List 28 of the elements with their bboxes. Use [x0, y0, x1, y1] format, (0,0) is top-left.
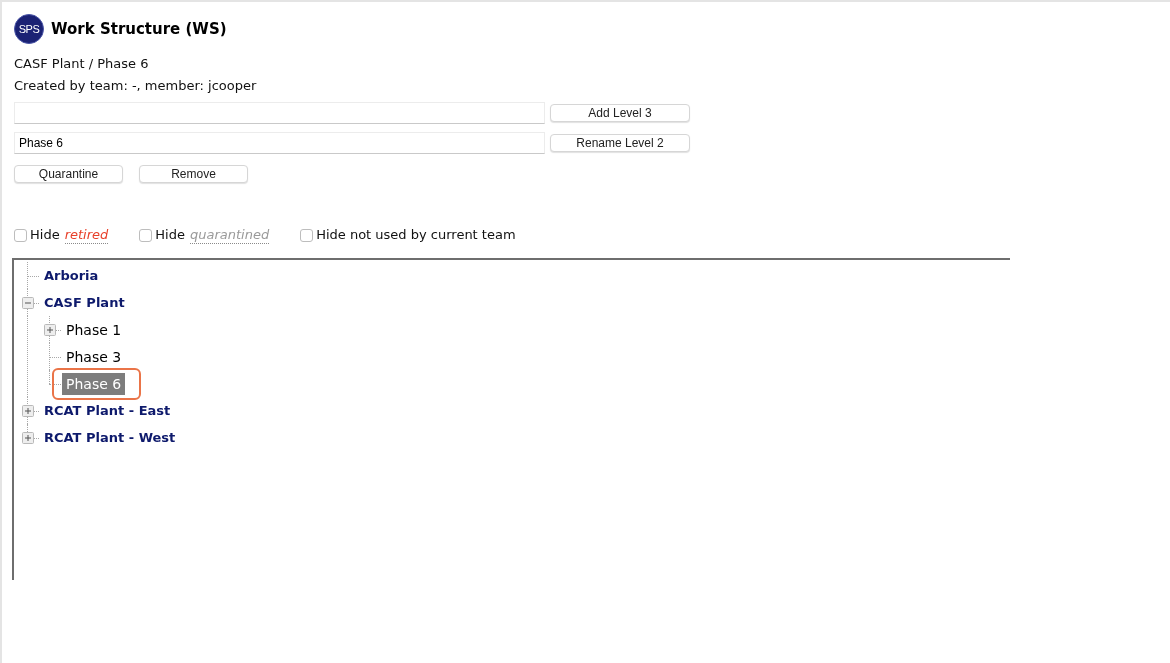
tree-item[interactable]: Arboria — [40, 264, 103, 287]
page-title: Work Structure (WS) — [51, 18, 227, 40]
checkbox[interactable] — [139, 228, 153, 242]
created-by-text: Created by team: -, member: jcooper — [14, 77, 257, 95]
input-field[interactable] — [14, 102, 545, 124]
plus-box-icon[interactable] — [44, 323, 56, 336]
action-button[interactable]: Remove — [139, 165, 248, 183]
plus-box-icon[interactable] — [22, 404, 34, 417]
app-logo: SPS — [14, 14, 44, 44]
minus-box-icon[interactable] — [22, 296, 34, 309]
tree-item[interactable]: Phase 6 — [62, 372, 126, 395]
level-button[interactable]: Rename Level 2 — [550, 134, 690, 152]
plus-box-icon[interactable] — [22, 431, 34, 444]
tree-item[interactable]: RCAT Plant - West — [40, 426, 180, 449]
filter-label: Hide — [30, 226, 60, 245]
tree-item[interactable]: Phase 3 — [62, 345, 126, 368]
tree-item[interactable]: Phase 1 — [62, 318, 126, 341]
action-button[interactable]: Quarantine — [14, 165, 123, 183]
checkbox[interactable] — [300, 228, 314, 242]
filter-label: Hide — [155, 226, 185, 245]
filter-term: retired — [64, 226, 109, 244]
input-field[interactable]: Phase 6 — [14, 132, 545, 154]
tree-item[interactable]: RCAT Plant - East — [40, 399, 175, 422]
filter-term: quarantined — [189, 226, 270, 244]
breadcrumb: CASF Plant / Phase 6 — [14, 55, 149, 73]
level-button[interactable]: Add Level 3 — [550, 104, 690, 122]
checkbox[interactable] — [14, 228, 27, 242]
tree-item[interactable]: CASF Plant — [40, 291, 129, 314]
